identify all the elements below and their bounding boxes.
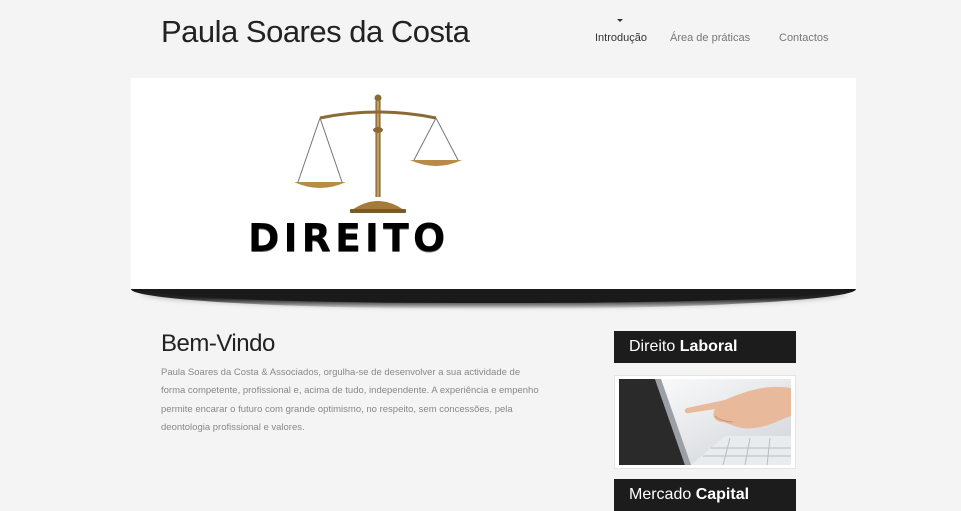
site-title[interactable]: Paula Soares da Costa (161, 14, 470, 50)
nav-item-introducao[interactable]: Introdução (595, 32, 647, 44)
scales-of-justice-icon (294, 94, 462, 213)
banner: DIREITO (131, 78, 856, 289)
sidebar-box-label-bold: Capital (695, 486, 750, 503)
nav-caret-icon (617, 19, 623, 22)
welcome-heading: Bem-Vindo (161, 330, 275, 357)
logo-word: DIREITO (248, 216, 450, 260)
sidebar-image-hand-laptop[interactable] (614, 375, 796, 469)
nav-item-area-de-praticas[interactable]: Área de práticas (670, 32, 750, 44)
sidebar-box-mercado-capital[interactable]: Mercado Capital (614, 479, 796, 511)
nav-item-contactos[interactable]: Contactos (779, 32, 829, 44)
sidebar-box-label-normal: Mercado (629, 486, 696, 503)
hand-touching-laptop-image (619, 379, 791, 466)
sidebar-box-label-bold: Laboral (679, 338, 738, 355)
sidebar-box-label-normal: Direito (629, 338, 680, 355)
sidebar-box-direito-laboral[interactable]: Direito Laboral (614, 331, 796, 363)
welcome-text: Paula Soares da Costa & Associados, orgu… (161, 367, 539, 433)
